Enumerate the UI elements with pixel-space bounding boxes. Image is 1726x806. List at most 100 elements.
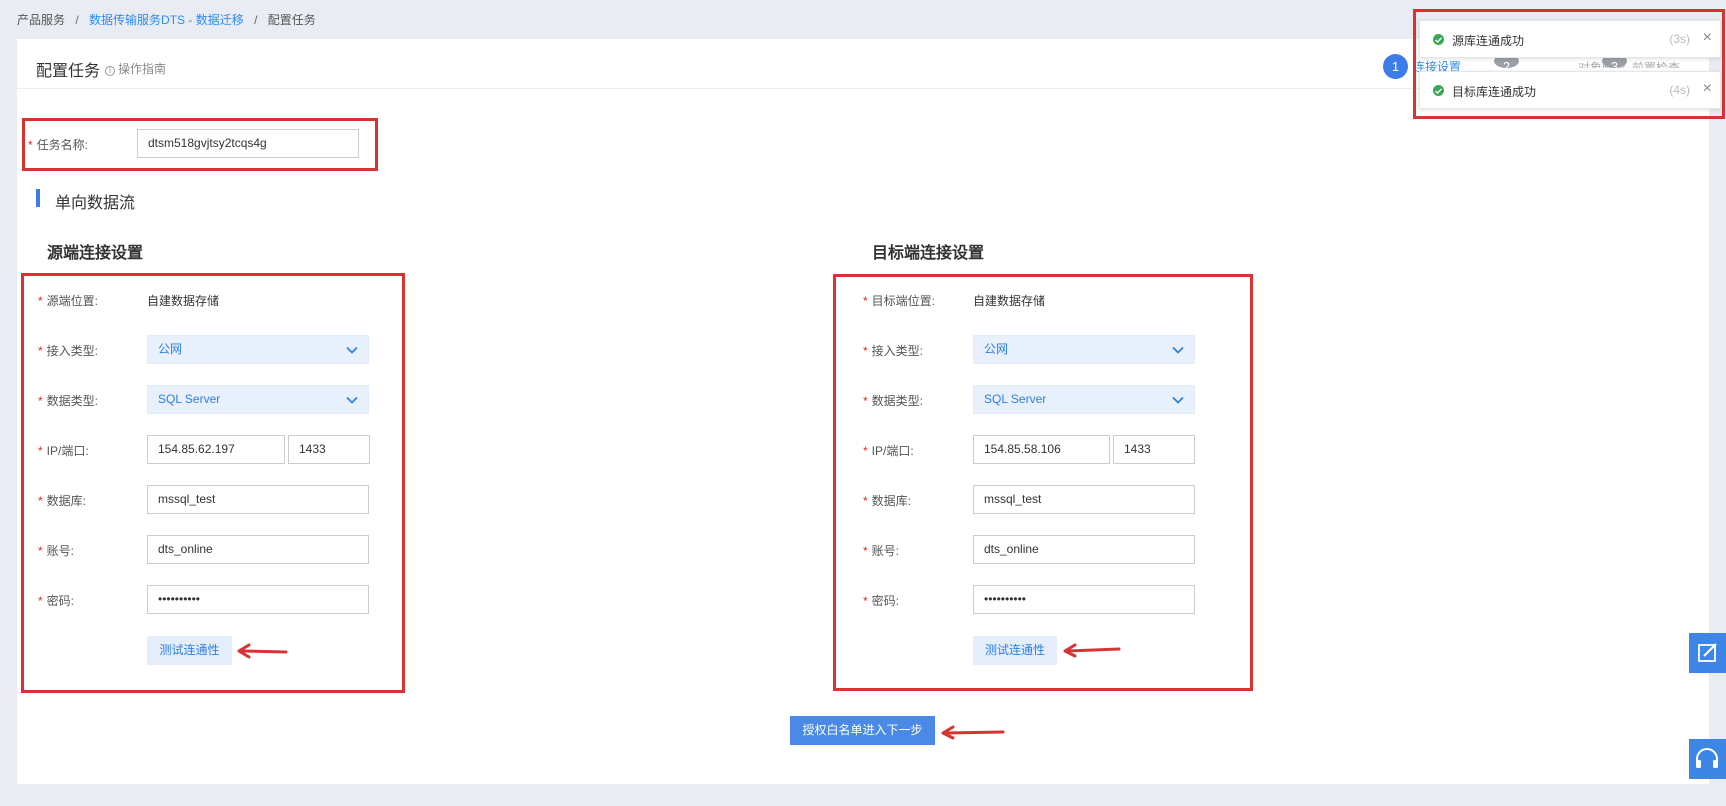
select-value: 公网 (158, 342, 183, 356)
target-pane-title: 目标端连接设置 (872, 245, 985, 262)
toast-highlight: 源库连通成功 (3s) × 目标库连通成功 (4s) × (1413, 9, 1725, 119)
select-value: SQL Server (158, 392, 221, 406)
required-mark: * (863, 394, 868, 408)
required-mark: * (863, 444, 868, 458)
breadcrumb-item-current: 配置任务 (267, 13, 316, 27)
label-text: IP/端口: (46, 444, 89, 458)
support-button[interactable] (1689, 739, 1726, 779)
required-mark: * (38, 444, 43, 458)
close-icon[interactable]: × (1703, 29, 1712, 47)
required-mark: * (28, 138, 33, 152)
label-text: 账号: (46, 544, 75, 558)
source-ip-label: * IP/端口: (38, 442, 89, 459)
source-location-value: 自建数据存储 (147, 294, 220, 308)
chevron-down-icon (1172, 346, 1184, 354)
required-mark: * (863, 344, 868, 358)
breadcrumb-item-products[interactable]: 产品服务 (17, 13, 65, 27)
target-password-label: * 密码: (863, 592, 899, 609)
required-mark: * (863, 294, 868, 308)
source-db-input[interactable]: mssql_test (147, 485, 369, 514)
info-icon: i (105, 66, 115, 76)
required-mark: * (38, 294, 43, 308)
arrow-left-icon (237, 643, 288, 659)
breadcrumb-separator: / (254, 13, 258, 27)
chevron-down-icon (1172, 396, 1184, 404)
toast-timer: (3s) (1669, 32, 1690, 46)
task-name-label: * 任务名称: (28, 136, 88, 153)
target-access-select[interactable]: 公网 (973, 335, 1195, 364)
toast-target-success: 目标库连通成功 (4s) × (1419, 71, 1721, 109)
label-text: 接入类型: (46, 344, 99, 358)
label-text: 源端位置: (46, 294, 99, 308)
page-title: 配置任务 (36, 63, 101, 80)
arrow-left-icon (941, 725, 1005, 740)
breadcrumb: 产品服务 / 数据传输服务DTS - 数据迁移 / 配置任务 (17, 11, 316, 28)
toast-message: 源库连通成功 (1452, 34, 1525, 48)
source-password-label: * 密码: (38, 592, 74, 609)
select-value: SQL Server (984, 392, 1047, 406)
edit-icon (1698, 643, 1717, 662)
task-name-label-text: 任务名称: (36, 138, 89, 152)
toast-message: 目标库连通成功 (1452, 85, 1537, 99)
source-access-label: * 接入类型: (38, 342, 98, 359)
whitelist-next-button[interactable]: 授权白名单进入下一步 (790, 716, 935, 745)
target-dbtype-label: * 数据类型: (863, 392, 923, 409)
source-dbtype-label: * 数据类型: (38, 392, 98, 409)
guide-link[interactable]: i 操作指南 (105, 60, 166, 77)
task-name-input[interactable]: dtsm518gvjtsy2tcqs4g (137, 129, 359, 158)
target-port-input[interactable]: 1433 (1113, 435, 1195, 464)
select-value: 公网 (984, 342, 1009, 356)
source-port-input[interactable]: 1433 (288, 435, 370, 464)
required-mark: * (863, 494, 868, 508)
headset-icon (1696, 748, 1718, 768)
label-text: 密码: (871, 594, 900, 608)
close-icon[interactable]: × (1703, 80, 1712, 98)
target-account-input[interactable]: dts_online (973, 535, 1195, 564)
breadcrumb-item-dts[interactable]: 数据传输服务DTS - 数据迁移 (89, 13, 244, 27)
section-accent-bar (36, 189, 40, 207)
label-text: 数据库: (871, 494, 912, 508)
target-ip-label: * IP/端口: (863, 442, 914, 459)
label-text: 账号: (871, 544, 900, 558)
label-text: IP/端口: (871, 444, 914, 458)
source-password-input[interactable]: •••••••••• (147, 585, 369, 614)
label-text: 数据类型: (871, 394, 924, 408)
toast-timer: (4s) (1669, 83, 1690, 97)
feedback-button[interactable] (1689, 633, 1726, 673)
source-access-select[interactable]: 公网 (147, 335, 369, 364)
required-mark: * (38, 594, 43, 608)
required-mark: * (38, 494, 43, 508)
arrow-left-icon (1063, 643, 1121, 658)
target-password-input[interactable]: •••••••••• (973, 585, 1195, 614)
source-ip-input[interactable]: 154.85.62.197 (147, 435, 285, 464)
target-db-input[interactable]: mssql_test (973, 485, 1195, 514)
target-dbtype-select[interactable]: SQL Server (973, 385, 1195, 414)
toast-source-success: 源库连通成功 (3s) × (1419, 20, 1721, 58)
breadcrumb-separator: / (75, 13, 79, 27)
label-text: 目标端位置: (871, 294, 936, 308)
section-title: 单向数据流 (55, 195, 136, 212)
target-location-value: 自建数据存储 (973, 294, 1046, 308)
target-location-label: * 目标端位置: (863, 292, 935, 309)
source-account-input[interactable]: dts_online (147, 535, 369, 564)
target-ip-input[interactable]: 154.85.58.106 (973, 435, 1110, 464)
required-mark: * (38, 394, 43, 408)
source-account-label: * 账号: (38, 542, 74, 559)
source-dbtype-select[interactable]: SQL Server (147, 385, 369, 414)
target-db-label: * 数据库: (863, 492, 911, 509)
chevron-down-icon (346, 396, 358, 404)
guide-link-label: 操作指南 (118, 62, 167, 76)
source-pane-title: 源端连接设置 (47, 245, 144, 262)
required-mark: * (38, 544, 43, 558)
label-text: 数据类型: (46, 394, 99, 408)
target-account-label: * 账号: (863, 542, 899, 559)
target-access-label: * 接入类型: (863, 342, 923, 359)
chevron-down-icon (346, 346, 358, 354)
label-text: 密码: (46, 594, 75, 608)
source-db-label: * 数据库: (38, 492, 86, 509)
required-mark: * (863, 594, 868, 608)
check-icon (1435, 37, 1442, 43)
target-test-connection-button[interactable]: 测试连通性 (973, 636, 1057, 665)
check-icon (1435, 88, 1442, 94)
source-test-connection-button[interactable]: 测试连通性 (147, 636, 232, 665)
